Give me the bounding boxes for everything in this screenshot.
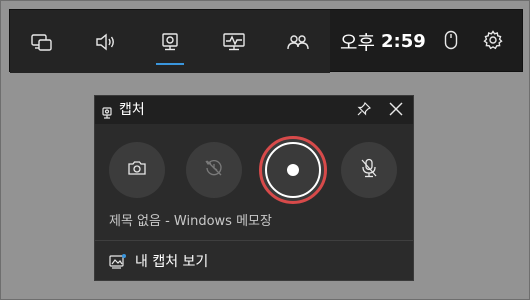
settings-gear-icon bbox=[483, 29, 503, 54]
capture-widget: 캡처 제목 없음 - Windows 메모장 내 캡처 보기 bbox=[94, 95, 414, 281]
settings-button[interactable] bbox=[476, 10, 510, 73]
capture-widget-button[interactable] bbox=[138, 10, 202, 73]
performance-icon bbox=[223, 32, 245, 51]
show-all-captures-link[interactable]: 내 캡처 보기 bbox=[95, 241, 413, 280]
clock-time: 2:59 bbox=[380, 31, 426, 52]
capture-icon bbox=[161, 32, 179, 51]
pin-icon bbox=[357, 101, 372, 120]
rewind-clock-icon bbox=[204, 158, 224, 182]
audio-icon bbox=[95, 33, 117, 51]
record-last-button[interactable] bbox=[186, 142, 242, 198]
social-widget-button[interactable] bbox=[266, 10, 330, 73]
gallery-icon bbox=[109, 253, 127, 269]
capture-widget-title: 캡처 bbox=[119, 102, 145, 118]
record-dot-icon bbox=[287, 164, 299, 176]
clock-ampm: 오후 bbox=[340, 32, 375, 54]
capture-widget-header[interactable]: 캡처 bbox=[95, 96, 413, 124]
game-bar-widget-tray bbox=[10, 10, 330, 73]
widget-menu-icon bbox=[31, 32, 53, 52]
pin-button[interactable] bbox=[353, 100, 375, 120]
mouse-icon bbox=[444, 30, 458, 54]
widget-menu-button[interactable] bbox=[10, 10, 74, 73]
show-all-captures-label: 내 캡처 보기 bbox=[135, 253, 209, 270]
close-icon bbox=[389, 101, 403, 120]
mic-off-icon bbox=[360, 158, 378, 182]
audio-widget-button[interactable] bbox=[74, 10, 138, 73]
camera-icon bbox=[127, 160, 147, 180]
record-ring bbox=[265, 142, 321, 198]
mic-toggle-button[interactable] bbox=[341, 142, 397, 198]
close-button[interactable] bbox=[385, 100, 407, 120]
webcam-icon bbox=[102, 104, 112, 119]
performance-widget-button[interactable] bbox=[202, 10, 266, 73]
desktop-background: 오후 2:59 캡처 제목 없음 - Windows 메모장 내 캡처 보기 bbox=[0, 0, 530, 300]
mouse-settings-button[interactable] bbox=[434, 10, 468, 73]
social-icon bbox=[287, 33, 309, 51]
clock: 오후 2:59 bbox=[340, 10, 426, 73]
capture-target-window: 제목 없음 - Windows 메모장 bbox=[109, 214, 272, 229]
screenshot-button[interactable] bbox=[109, 142, 165, 198]
game-bar: 오후 2:59 bbox=[9, 9, 523, 73]
start-recording-button[interactable] bbox=[259, 136, 327, 204]
